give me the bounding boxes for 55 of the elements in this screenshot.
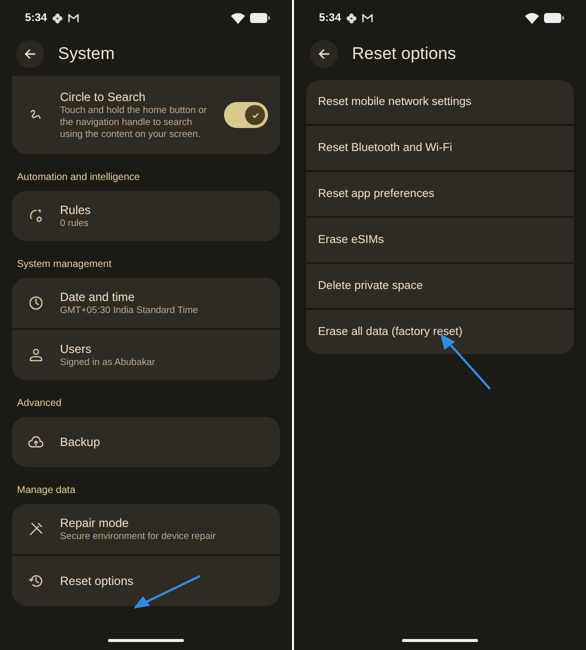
page-title: Reset options <box>352 44 456 64</box>
item-subtitle: Signed in as Abubakar <box>60 356 156 368</box>
item-title: Repair mode <box>60 516 130 530</box>
reset-option[interactable]: Reset mobile network settings <box>306 80 574 124</box>
fan-icon <box>52 12 64 24</box>
item-title: Date and time <box>60 290 136 304</box>
section-header: Manage data <box>16 484 76 498</box>
item-title: Users <box>60 342 92 356</box>
item-title: Rules <box>60 202 92 216</box>
reset-option[interactable]: Reset Bluetooth and Wi-Fi <box>306 126 574 170</box>
battery-icon <box>544 13 564 23</box>
settings-item[interactable]: Users Signed in as Abubakar <box>12 330 280 380</box>
item-subtitle: GMT+05:30 India Standard Time <box>60 304 200 316</box>
item-subtitle: 0 rules <box>60 218 90 230</box>
page-title: System <box>58 44 115 64</box>
reset-option[interactable]: Delete private space <box>306 264 574 308</box>
reset-option[interactable]: Erase eSIMs <box>306 218 574 262</box>
mail-icon <box>362 14 374 22</box>
section-header: Advanced <box>16 397 62 411</box>
settings-item[interactable]: Backup <box>12 417 280 467</box>
item-subtitle: Touch and hold the home button or the navigation handle to search using the content on your screen. <box>60 104 208 140</box>
item-subtitle: Secure environment for device repair <box>60 530 217 542</box>
settings-item[interactable]: Reset options <box>12 556 280 606</box>
back-button[interactable] <box>16 40 44 68</box>
item-title: Circle to Search <box>60 90 146 104</box>
clock-icon <box>28 295 44 311</box>
status-time: 5:34 <box>25 12 48 24</box>
rules-icon <box>28 208 44 224</box>
status-time: 5:34 <box>319 12 342 24</box>
battery-icon <box>250 13 270 23</box>
reset-option[interactable]: Erase all data (factory reset) <box>306 310 574 354</box>
item-title: Reset options <box>60 574 134 588</box>
nav-handle[interactable] <box>108 639 184 642</box>
settings-item[interactable]: Date and time GMT+05:30 India Standard Time <box>12 278 280 328</box>
tools-icon <box>28 521 44 537</box>
wifi-icon <box>525 12 539 24</box>
person-icon <box>28 347 44 363</box>
back-icon <box>23 47 37 61</box>
settings-item[interactable]: Circle to Search Touch and hold the home button or the navigation handle to search using the content on your screen. <box>12 76 280 154</box>
item-title: Backup <box>60 435 102 449</box>
section-header: Automation and intelligence <box>16 171 141 185</box>
back-icon <box>317 47 331 61</box>
fan-icon <box>346 12 358 24</box>
history-icon <box>28 573 44 589</box>
reset-option[interactable]: Reset app preferences <box>306 172 574 216</box>
check-icon <box>250 110 260 120</box>
back-button[interactable] <box>310 40 338 68</box>
section-header: System management <box>16 258 112 272</box>
nav-handle[interactable] <box>402 639 478 642</box>
settings-item[interactable]: Rules 0 rules <box>12 191 280 241</box>
cloud-icon <box>28 434 44 450</box>
settings-item[interactable]: Repair mode Secure environment for device repair <box>12 504 280 554</box>
wifi-icon <box>231 12 245 24</box>
mail-icon <box>68 14 80 22</box>
toggle-switch[interactable] <box>224 102 268 128</box>
